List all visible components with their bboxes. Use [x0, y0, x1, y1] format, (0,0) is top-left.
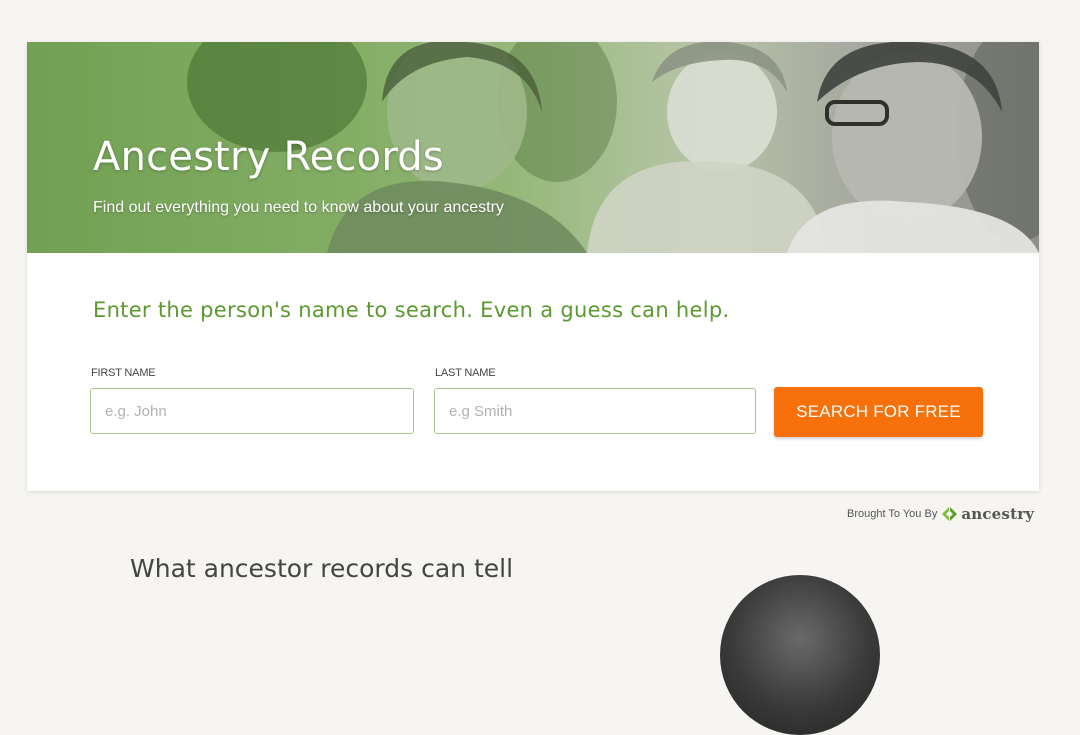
hero-subtitle: Find out everything you need to know abo…	[93, 199, 504, 216]
first-name-input[interactable]	[90, 388, 414, 434]
last-name-input[interactable]	[434, 388, 756, 434]
ancestry-brand-name: ancestry	[961, 505, 1035, 523]
last-name-label: LAST NAME	[435, 367, 496, 379]
attribution: Brought To You By ancestry	[847, 505, 1034, 523]
hero-title: Ancestry Records	[93, 134, 444, 180]
search-prompt: Enter the person's name to search. Even …	[93, 298, 730, 322]
section-heading: What ancestor records can tell	[130, 554, 514, 583]
circular-photo	[720, 575, 880, 735]
search-for-free-button[interactable]: SEARCH FOR FREE	[774, 387, 983, 437]
hero-banner: Ancestry Records Find out everything you…	[27, 42, 1039, 253]
ancestry-logo[interactable]: ancestry	[941, 505, 1034, 523]
ancestry-leaf-logo-icon	[942, 507, 958, 521]
attribution-text: Brought To You By	[847, 508, 938, 520]
first-name-label: FIRST NAME	[91, 367, 156, 379]
search-card: Ancestry Records Find out everything you…	[27, 42, 1039, 491]
